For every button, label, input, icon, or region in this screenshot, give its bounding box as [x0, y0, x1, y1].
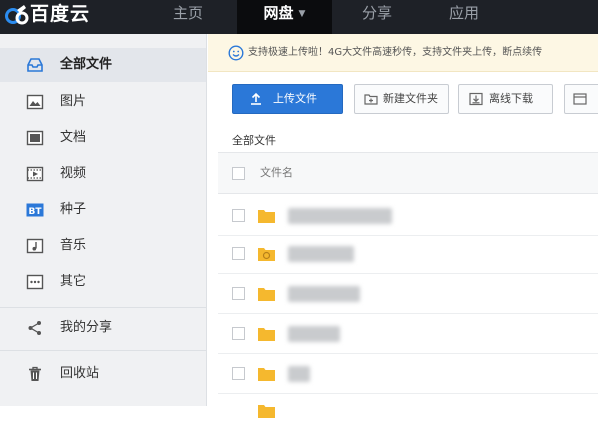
video-icon [26, 166, 44, 182]
sidebar-item-torrents[interactable]: BT 种子 [0, 193, 206, 227]
nav-netdisk-label: 网盘 [263, 4, 294, 22]
file-row[interactable] [218, 274, 598, 314]
sidebar-item-music[interactable]: 音乐 [0, 229, 206, 263]
folder-icon [258, 405, 275, 418]
new-folder-button[interactable]: 新建文件夹 [354, 84, 449, 114]
sidebar-item-label: 全部文件 [60, 57, 113, 72]
brand-logo[interactable]: 百度云 [0, 0, 150, 34]
chevron-down-icon: ▼ [298, 8, 306, 19]
sidebar-item-label: 视频 [60, 166, 87, 181]
blurred-filename [288, 366, 310, 382]
offline-download-button[interactable]: 离线下载 [458, 84, 553, 114]
upload-button[interactable]: 上传文件 [232, 84, 343, 114]
window-icon [573, 93, 587, 105]
blurred-filename [288, 286, 360, 302]
new-folder-icon [364, 94, 378, 105]
new-folder-button-label: 新建文件夹 [383, 92, 438, 105]
breadcrumb[interactable]: 全部文件 [232, 132, 276, 148]
offline-download-button-label: 离线下载 [489, 92, 533, 105]
smiley-icon [228, 45, 244, 61]
row-checkbox[interactable] [232, 287, 245, 300]
document-icon [26, 130, 44, 146]
sidebar-item-others[interactable]: 其它 [0, 265, 206, 299]
file-list-header: 文件名 [218, 152, 598, 194]
file-row[interactable] [218, 314, 598, 354]
folder-icon [258, 210, 275, 223]
more-tools-button[interactable] [564, 84, 598, 114]
sidebar-item-label: 音乐 [60, 238, 87, 253]
sidebar-item-label: 图片 [60, 94, 87, 109]
main-content: 支持极速上传啦！4G大文件高速秒传，支持文件夹上传，断点续传 上传文件 新建文件… [208, 34, 598, 418]
folder-icon [258, 368, 275, 381]
share-icon [28, 321, 41, 335]
file-row[interactable] [218, 196, 598, 236]
nav-netdisk[interactable]: 网盘 ▼ [237, 0, 332, 34]
file-toolbar: 上传文件 新建文件夹 离线下载 [208, 84, 598, 114]
file-row[interactable] [218, 234, 598, 274]
sidebar: 全部文件 图片 文档 视频 BT 种子 音乐 其它 我的分享 回收站 [0, 34, 207, 406]
shared-folder-icon [258, 248, 275, 261]
row-checkbox[interactable] [232, 367, 245, 380]
sidebar-item-label: 回收站 [60, 366, 100, 381]
offline-download-icon [469, 92, 483, 106]
sidebar-item-label: 其它 [60, 274, 87, 289]
filename-column-header[interactable]: 文件名 [260, 153, 293, 193]
folder-icon [258, 288, 275, 301]
image-icon [26, 94, 44, 110]
sidebar-item-images[interactable]: 图片 [0, 85, 206, 119]
select-all-checkbox[interactable] [232, 167, 245, 180]
trash-icon [29, 366, 41, 381]
sidebar-item-my-shares[interactable]: 我的分享 [0, 311, 206, 345]
baidu-cloud-logo-icon [5, 5, 29, 25]
sidebar-item-label: 文档 [60, 130, 87, 145]
more-icon [26, 274, 44, 290]
bt-torrent-icon: BT [26, 203, 44, 217]
row-checkbox[interactable] [232, 247, 245, 260]
nav-share[interactable]: 分享 [346, 0, 408, 34]
notice-text: 支持极速上传啦！4G大文件高速秒传，支持文件夹上传，断点续传 [248, 47, 543, 58]
row-checkbox[interactable] [232, 209, 245, 222]
folder-outline-icon [27, 58, 43, 72]
sidebar-item-documents[interactable]: 文档 [0, 121, 206, 155]
blurred-filename [288, 246, 354, 262]
blurred-filename [288, 208, 392, 224]
nav-apps[interactable]: 应用 [433, 0, 495, 34]
sidebar-divider [0, 307, 206, 308]
nav-home[interactable]: 主页 [156, 0, 220, 34]
sidebar-item-label: 我的分享 [60, 320, 113, 335]
folder-icon [258, 328, 275, 341]
bt-badge-text: BT [29, 207, 43, 217]
upload-button-label: 上传文件 [273, 92, 317, 105]
upload-icon [251, 92, 261, 105]
sidebar-item-videos[interactable]: 视频 [0, 157, 206, 191]
row-checkbox[interactable] [232, 327, 245, 340]
brand-name: 百度云 [30, 3, 91, 25]
sidebar-item-label: 种子 [60, 202, 87, 217]
sidebar-divider [0, 350, 206, 351]
blurred-filename [288, 326, 340, 342]
file-row[interactable] [218, 394, 598, 434]
upload-notice-banner: 支持极速上传啦！4G大文件高速秒传，支持文件夹上传，断点续传 [208, 34, 598, 72]
sidebar-item-recycle-bin[interactable]: 回收站 [0, 357, 206, 391]
file-row[interactable] [218, 354, 598, 394]
top-nav-bar: 百度云 主页 网盘 ▼ 分享 应用 [0, 0, 598, 34]
sidebar-item-all-files[interactable]: 全部文件 [0, 48, 206, 82]
music-icon [26, 238, 44, 254]
